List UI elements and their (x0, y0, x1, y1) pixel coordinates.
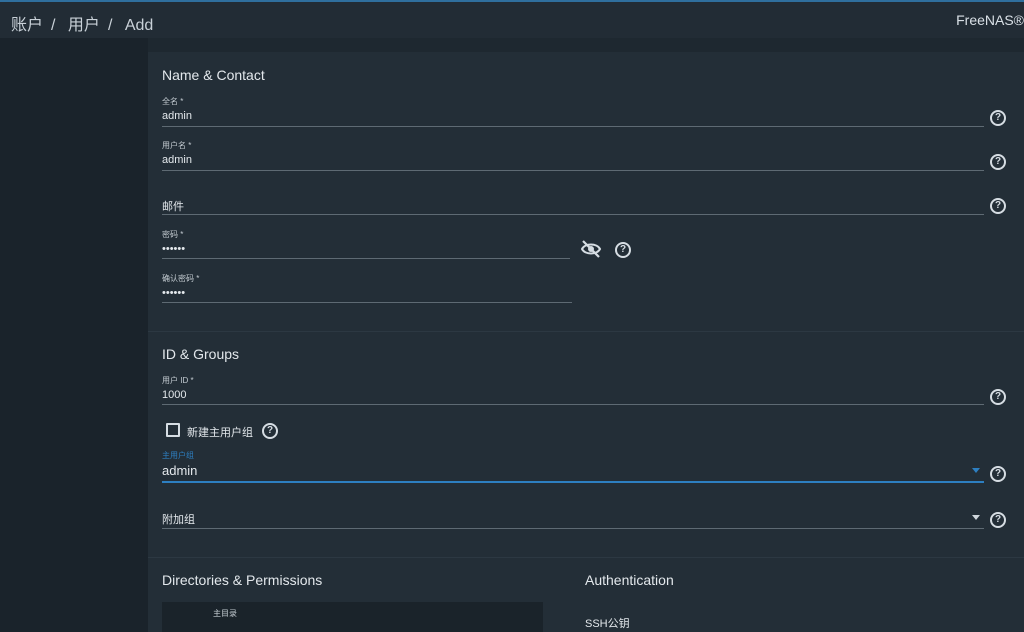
confirm-password-label: 确认密码 * (162, 274, 200, 283)
primary-group-select[interactable]: admin (162, 463, 197, 478)
primary-group-underline (162, 481, 984, 483)
section-divider (148, 557, 1024, 558)
user-id-underline (162, 404, 984, 405)
help-icon[interactable]: ? (990, 198, 1006, 214)
top-bar: 账户 / 用户 / Add FreeNAS® (0, 0, 1024, 38)
home-dir-label: 主目录 (213, 609, 237, 618)
password-input[interactable]: •••••• (162, 243, 185, 255)
user-form-panel (148, 52, 1024, 632)
section-divider (148, 331, 1024, 332)
breadcrumb-add: Add (124, 17, 154, 34)
confirm-password-underline (162, 302, 572, 303)
username-underline (162, 170, 984, 171)
help-icon[interactable]: ? (990, 389, 1006, 405)
breadcrumb-accounts[interactable]: 账户 (11, 17, 43, 34)
full-name-underline (162, 126, 984, 127)
full-name-input[interactable]: admin (162, 110, 192, 122)
section-title-id-groups: ID & Groups (162, 346, 240, 362)
help-icon[interactable]: ? (990, 154, 1006, 170)
brand-logo: FreeNAS® (956, 12, 1024, 28)
section-title-directories: Directories & Permissions (162, 572, 323, 588)
breadcrumb: 账户 / 用户 / Add (11, 17, 154, 34)
email-underline (162, 214, 984, 215)
help-icon[interactable]: ? (262, 423, 278, 439)
breadcrumb-users[interactable]: 用户 (68, 17, 100, 34)
confirm-password-input[interactable]: •••••• (162, 287, 185, 299)
new-primary-group-label: 新建主用户组 (187, 427, 253, 439)
chevron-down-icon[interactable] (972, 515, 980, 520)
help-icon[interactable]: ? (990, 110, 1006, 126)
primary-group-label: 主用户组 (162, 451, 194, 460)
user-id-input[interactable]: 1000 (162, 389, 186, 401)
help-icon[interactable]: ? (615, 242, 631, 258)
aux-groups-select[interactable]: 附加组 (162, 511, 195, 527)
new-primary-group-checkbox[interactable] (166, 423, 180, 437)
full-name-label: 全名 * (162, 97, 184, 106)
user-id-label: 用户 ID * (162, 376, 194, 385)
username-input[interactable]: admin (162, 154, 192, 166)
help-icon[interactable]: ? (990, 512, 1006, 528)
aux-groups-underline (162, 528, 984, 529)
password-underline (162, 258, 570, 259)
help-icon[interactable]: ? (990, 466, 1006, 482)
section-title-name-contact: Name & Contact (162, 67, 265, 83)
sidebar (0, 38, 148, 632)
username-label: 用户名 * (162, 141, 192, 150)
section-title-authentication: Authentication (585, 572, 674, 588)
password-label: 密码 * (162, 230, 184, 239)
chevron-down-icon[interactable] (972, 468, 980, 473)
eye-off-icon[interactable] (580, 239, 602, 259)
ssh-key-label: SSH公钥 (585, 618, 630, 630)
email-input[interactable]: 邮件 (162, 198, 184, 214)
